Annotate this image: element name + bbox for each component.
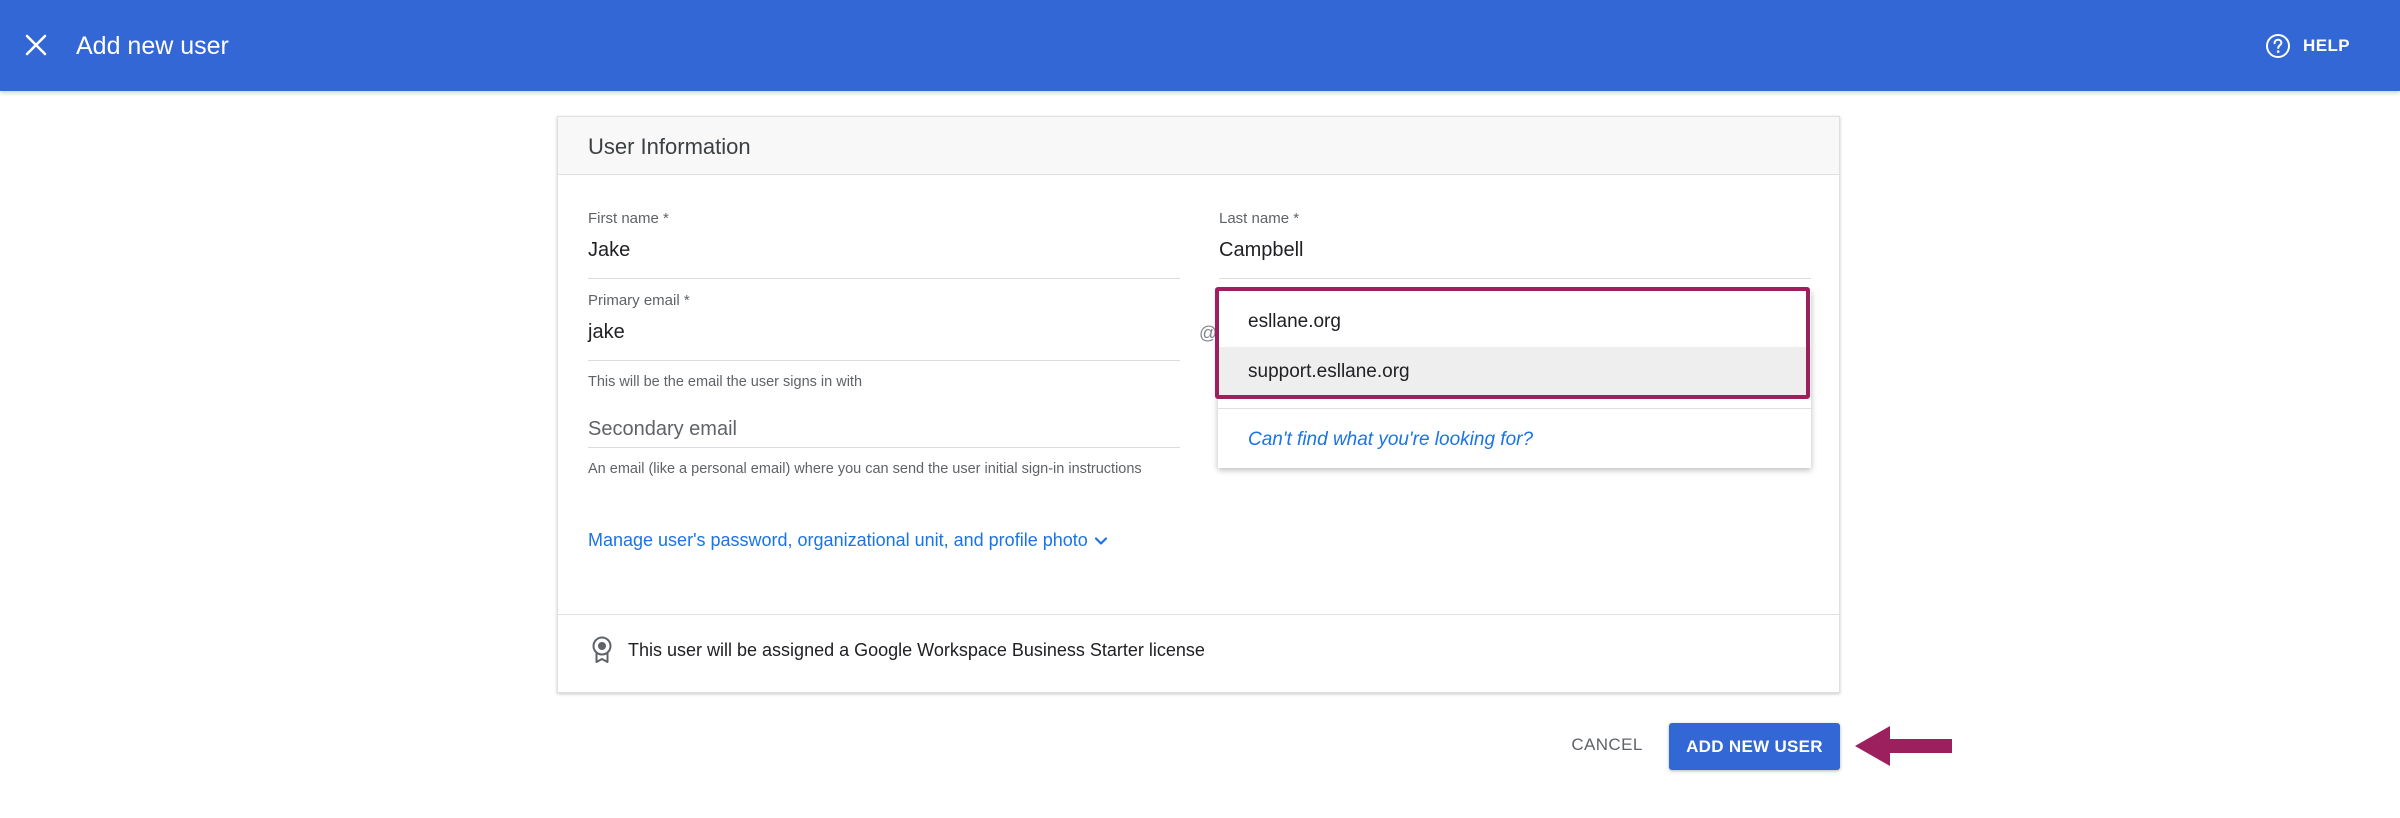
top-app-bar: Add new user HELP <box>0 0 2400 91</box>
license-badge-icon <box>592 636 612 663</box>
license-text: This user will be assigned a Google Work… <box>628 639 1205 660</box>
domain-option-support-esllane[interactable]: support.esllane.org <box>1218 347 1811 397</box>
primary-email-input[interactable]: jake <box>588 319 1180 361</box>
first-name-input[interactable]: Jake <box>588 237 1180 279</box>
primary-email-label: Primary email * <box>588 292 690 309</box>
secondary-email-hint: An email (like a personal email) where y… <box>588 461 1142 477</box>
close-button[interactable] <box>20 27 52 63</box>
chevron-down-icon <box>1094 536 1107 545</box>
primary-email-field[interactable]: Primary email * jake This will be the em… <box>588 292 1180 391</box>
last-name-field[interactable]: Last name * Campbell <box>1219 210 1811 279</box>
close-icon <box>25 34 47 56</box>
manage-link-label: Manage user's password, organizational u… <box>588 530 1088 550</box>
help-circle-icon <box>2266 34 2291 58</box>
cant-find-link[interactable]: Can't find what you're looking for? <box>1248 429 1533 451</box>
card-title: User Information <box>588 134 751 159</box>
help-label: HELP <box>2303 36 2350 55</box>
page-title: Add new user <box>76 32 229 60</box>
secondary-email-input[interactable]: Secondary email <box>588 416 1180 448</box>
at-sign: @ <box>1199 323 1218 343</box>
annotation-arrow-icon <box>1855 726 1952 766</box>
secondary-email-field[interactable]: Secondary email An email (like a persona… <box>588 416 1180 478</box>
card-header: User Information <box>558 117 1839 175</box>
add-new-user-button[interactable]: ADD NEW USER <box>1669 723 1840 770</box>
last-name-input[interactable]: Campbell <box>1219 237 1811 279</box>
first-name-label: First name * <box>588 210 669 227</box>
domain-option-esllane[interactable]: esllane.org <box>1218 297 1811 347</box>
primary-email-hint: This will be the email the user signs in… <box>588 374 863 390</box>
license-notice: This user will be assigned a Google Work… <box>590 636 1205 664</box>
manage-user-options-link[interactable]: Manage user's password, organizational u… <box>588 530 1108 551</box>
last-name-label: Last name * <box>1219 210 1300 227</box>
license-divider <box>558 614 1839 615</box>
domain-dropdown-menu: esllane.org support.esllane.org Can't fi… <box>1218 290 1811 468</box>
first-name-field[interactable]: First name * Jake <box>588 210 1180 279</box>
cancel-button[interactable]: CANCEL <box>1560 724 1654 766</box>
dropdown-divider <box>1218 408 1811 409</box>
help-button[interactable]: HELP <box>2265 30 2350 62</box>
